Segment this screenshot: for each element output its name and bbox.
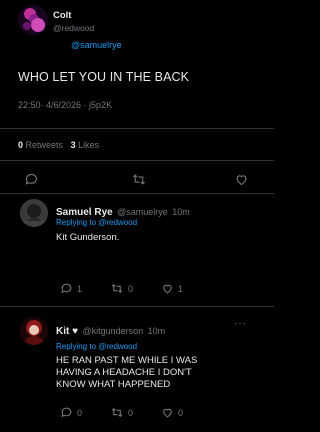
avatar-samuel[interactable] — [20, 199, 48, 227]
reply-to-link[interactable]: @samuelrye — [71, 40, 122, 50]
likes-label[interactable]: Likes — [78, 140, 99, 150]
reply-author-handle[interactable]: @kitgunderson — [83, 326, 144, 336]
reply-2-like-button[interactable]: 0 — [161, 406, 183, 419]
avatar-kit-image — [20, 317, 48, 345]
retweet-count: 0 — [128, 283, 134, 294]
avatar-colt[interactable] — [18, 5, 48, 35]
replying-to-link[interactable]: Replying to @redwood — [56, 342, 137, 351]
reply-text-line: KNOW WHAT HAPPENED — [56, 379, 171, 390]
tweet-meta: 22:50· 4/6/2026 · j5p2K — [18, 100, 113, 110]
reply-author-handle[interactable]: @samuelrye — [117, 207, 168, 217]
avatar-kit[interactable] — [20, 317, 48, 345]
reply-2-header: Kit ♥ @kitgunderson 10m — [56, 321, 165, 339]
retweet-icon — [111, 407, 123, 418]
retweets-label[interactable]: Retweets — [26, 140, 64, 150]
retweets-count[interactable]: 0 — [18, 140, 23, 150]
divider — [0, 128, 274, 129]
reply-text-line: HAVING A HEADACHE I DON'T — [56, 367, 192, 378]
reply-icon — [25, 173, 38, 185]
author-name[interactable]: Colt — [53, 10, 71, 21]
main-like-button[interactable] — [234, 172, 249, 187]
retweet-icon — [111, 283, 123, 294]
replying-to-link[interactable]: Replying to @redwood — [56, 218, 137, 227]
retweet-icon — [132, 174, 146, 185]
divider — [0, 160, 274, 161]
reply-time[interactable]: 10m — [148, 326, 166, 336]
avatar-samuel-image — [20, 199, 48, 227]
main-retweet-button[interactable] — [131, 172, 147, 187]
divider — [0, 193, 274, 194]
reply-time[interactable]: 10m — [172, 207, 190, 217]
like-icon — [163, 284, 172, 294]
divider — [0, 306, 274, 307]
like-icon — [236, 175, 247, 186]
main-reply-button[interactable] — [24, 172, 39, 187]
reply-1-like-button[interactable]: 1 — [161, 282, 183, 295]
author-handle[interactable]: @redwood — [53, 23, 94, 33]
like-count: 1 — [178, 283, 184, 294]
reply-2-retweet-button[interactable]: 0 — [110, 406, 133, 419]
reply-text-line: HE RAN PAST ME WHILE I WAS — [56, 355, 198, 366]
tweet-stats: 0 Retweets 3 Likes — [18, 140, 99, 150]
like-count: 0 — [178, 407, 184, 418]
reply-1-reply-button[interactable]: 1 — [60, 282, 82, 295]
like-icon — [163, 408, 172, 418]
tweet-text: WHO LET YOU IN THE BACK — [18, 70, 190, 84]
reply-1-retweet-button[interactable]: 0 — [110, 282, 133, 295]
reply-2-reply-button[interactable]: 0 — [60, 406, 82, 419]
reply-icon — [61, 407, 72, 418]
reply-text: Kit Gunderson. — [56, 232, 120, 243]
reply-author-name[interactable]: Samuel Rye — [56, 207, 113, 218]
avatar-colt-image — [18, 5, 48, 35]
more-icon[interactable]: ··· — [234, 318, 247, 329]
likes-count[interactable]: 3 — [71, 140, 76, 150]
reply-author-name[interactable]: Kit ♥ — [56, 326, 78, 337]
reply-icon — [61, 283, 72, 294]
retweet-count: 0 — [128, 407, 134, 418]
reply-text: HE RAN PAST ME WHILE I WAS HAVING A HEAD… — [56, 355, 197, 391]
reply-count: 0 — [77, 407, 83, 418]
reply-count: 1 — [77, 283, 83, 294]
